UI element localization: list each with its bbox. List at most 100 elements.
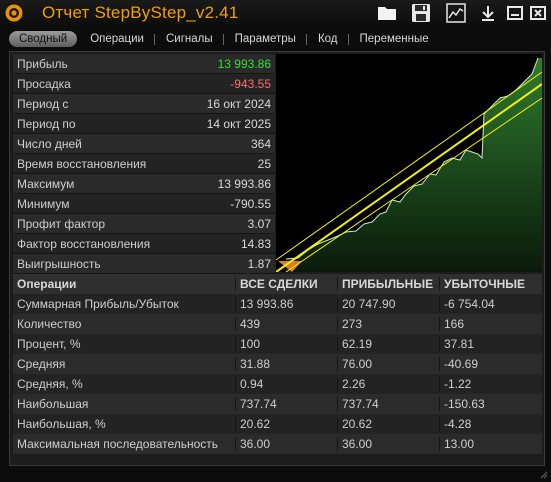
table-cell: 737.74 bbox=[235, 397, 337, 411]
table-cell: 36.00 bbox=[337, 437, 439, 451]
table-cell: 0.94 bbox=[235, 377, 337, 391]
summary-label: Просадка bbox=[17, 76, 71, 91]
title-bar: Отчет StepByStep_v2.41 bbox=[0, 0, 551, 26]
summary-row: Просадка -943.55 bbox=[13, 74, 275, 94]
summary-label: Фактор восстановления bbox=[17, 236, 151, 251]
summary-label: Период по bbox=[17, 116, 76, 131]
table-cell: -4.28 bbox=[439, 417, 542, 431]
table-cell: -6 754.04 bbox=[439, 297, 542, 311]
summary-label: Число дней bbox=[17, 136, 82, 151]
summary-row: Фактор восстановления 14.83 bbox=[13, 234, 275, 254]
save-icon[interactable] bbox=[411, 3, 431, 23]
summary-label: Период с bbox=[17, 96, 69, 111]
summary-row: Максимум 13 993.86 bbox=[13, 174, 275, 194]
summary-label: Прибыль bbox=[17, 56, 68, 71]
summary-stats: Прибыль 13 993.86 Просадка -943.55 Период с 1… bbox=[13, 54, 275, 274]
summary-row: Выигрышность 1.87 bbox=[13, 254, 275, 274]
column-header: ПРИБЫЛЬНЫЕ bbox=[337, 277, 439, 291]
table-cell: 13 993.86 bbox=[235, 297, 337, 311]
table-cell: 13.00 bbox=[439, 437, 542, 451]
table-cell: Наибольшая, % bbox=[17, 417, 106, 431]
tab-summary[interactable]: Сводный bbox=[9, 31, 78, 47]
equity-chart-svg bbox=[275, 57, 543, 273]
window-title: Отчет StepByStep_v2.41 bbox=[42, 3, 239, 22]
summary-row: Период с 16 окт 2024 bbox=[13, 94, 275, 114]
summary-value: -790.55 bbox=[230, 196, 271, 211]
table-row: Наибольшая 737.74 737.74 -150.63 bbox=[13, 394, 542, 414]
table-cell: 166 bbox=[439, 317, 542, 331]
minimize-icon[interactable] bbox=[505, 3, 525, 23]
summary-row: Период по 14 окт 2025 bbox=[13, 114, 275, 134]
summary-label: Профит фактор bbox=[17, 216, 106, 231]
table-row: Средняя 31.88 76.00 -40.69 bbox=[13, 354, 542, 374]
table-cell: 2.26 bbox=[337, 377, 439, 391]
table-row: Процент, % 100 62.19 37.81 bbox=[13, 334, 542, 354]
table-cell: 737.74 bbox=[337, 397, 439, 411]
summary-row: Время восстановления 25 bbox=[13, 154, 275, 174]
app-logo-icon bbox=[5, 4, 23, 22]
table-cell: Наибольшая bbox=[17, 397, 89, 411]
summary-value: 14 окт 2025 bbox=[206, 116, 271, 131]
table-row: Максимальная последовательность 36.00 36.0… bbox=[13, 434, 542, 454]
table-cell: 62.19 bbox=[337, 337, 439, 351]
table-cell: Максимальная последовательность bbox=[17, 437, 219, 451]
table-cell: 76.00 bbox=[337, 357, 439, 371]
table-cell: Средняя bbox=[17, 357, 66, 371]
summary-value: 16 окт 2024 bbox=[206, 96, 271, 111]
column-header: ВСЕ СДЕЛКИ bbox=[235, 277, 337, 291]
tab-variables[interactable]: Переменные bbox=[349, 31, 440, 47]
table-cell: 273 bbox=[337, 317, 439, 331]
table-cell: -1.22 bbox=[439, 377, 542, 391]
table-cell: 31.88 bbox=[235, 357, 337, 371]
tab-operations[interactable]: Операции bbox=[79, 31, 155, 47]
table-cell: 439 bbox=[235, 317, 337, 331]
tab-signals[interactable]: Сигналы bbox=[155, 31, 224, 47]
summary-value: 364 bbox=[250, 136, 271, 151]
summary-row: Число дней 364 bbox=[13, 134, 275, 154]
tab-bar: Сводный Операции Сигналы Параметры Код П… bbox=[9, 30, 539, 48]
tab-code[interactable]: Код bbox=[307, 31, 349, 47]
table-row: Средняя, % 0.94 2.26 -1.22 bbox=[13, 374, 542, 394]
summary-label: Время восстановления bbox=[17, 156, 147, 171]
table-cell: 36.00 bbox=[235, 437, 337, 451]
summary-value: 13 993.86 bbox=[217, 56, 271, 71]
operations-table: Операции ВСЕ СДЕЛКИ ПРИБЫЛЬНЫЕ УБЫТОЧНЫЕ Сум… bbox=[13, 274, 542, 454]
summary-label: Максимум bbox=[17, 176, 75, 191]
summary-label: Минимум bbox=[17, 196, 70, 211]
tab-parameters[interactable]: Параметры bbox=[224, 31, 308, 47]
summary-row: Прибыль 13 993.86 bbox=[13, 54, 275, 74]
table-header: Операции ВСЕ СДЕЛКИ ПРИБЫЛЬНЫЕ УБЫТОЧНЫЕ bbox=[13, 274, 542, 294]
table-row: Суммарная Прибыль/Убыток 13 993.86 20 747.… bbox=[13, 294, 542, 314]
summary-row: Минимум -790.55 bbox=[13, 194, 275, 214]
table-cell: -40.69 bbox=[439, 357, 542, 371]
column-header: Операции bbox=[17, 277, 77, 291]
table-cell: Средняя, % bbox=[17, 377, 83, 391]
table-cell: 20.62 bbox=[337, 417, 439, 431]
summary-value: 13 993.86 bbox=[217, 176, 271, 191]
equity-area bbox=[286, 58, 542, 272]
resize-grip-icon[interactable] bbox=[538, 469, 548, 479]
table-row: Количество 439 273 166 bbox=[13, 314, 542, 334]
chart-icon[interactable] bbox=[446, 3, 466, 23]
equity-chart bbox=[275, 54, 543, 273]
summary-value: 14.83 bbox=[240, 236, 271, 251]
close-icon[interactable] bbox=[528, 3, 548, 23]
table-row: Наибольшая, % 20.62 20.62 -4.28 bbox=[13, 414, 542, 434]
summary-label: Выигрышность bbox=[17, 256, 101, 271]
table-cell: -150.63 bbox=[439, 397, 542, 411]
summary-value: 25 bbox=[257, 156, 271, 171]
table-cell: Процент, % bbox=[17, 337, 81, 351]
summary-value: 3.07 bbox=[247, 216, 271, 231]
summary-row: Профит фактор 3.07 bbox=[13, 214, 275, 234]
table-cell: 20 747.90 bbox=[337, 297, 439, 311]
summary-value: -943.55 bbox=[230, 76, 271, 91]
summary-value: 1.87 bbox=[247, 256, 271, 271]
table-cell: 37.81 bbox=[439, 337, 542, 351]
report-panel: Прибыль 13 993.86 Просадка -943.55 Период с 1… bbox=[9, 51, 545, 466]
table-cell: 20.62 bbox=[235, 417, 337, 431]
folder-icon[interactable] bbox=[377, 3, 397, 23]
download-icon[interactable] bbox=[478, 3, 498, 23]
column-header: УБЫТОЧНЫЕ bbox=[439, 277, 542, 291]
table-cell: Суммарная Прибыль/Убыток bbox=[17, 297, 179, 311]
table-cell: 100 bbox=[235, 337, 337, 351]
